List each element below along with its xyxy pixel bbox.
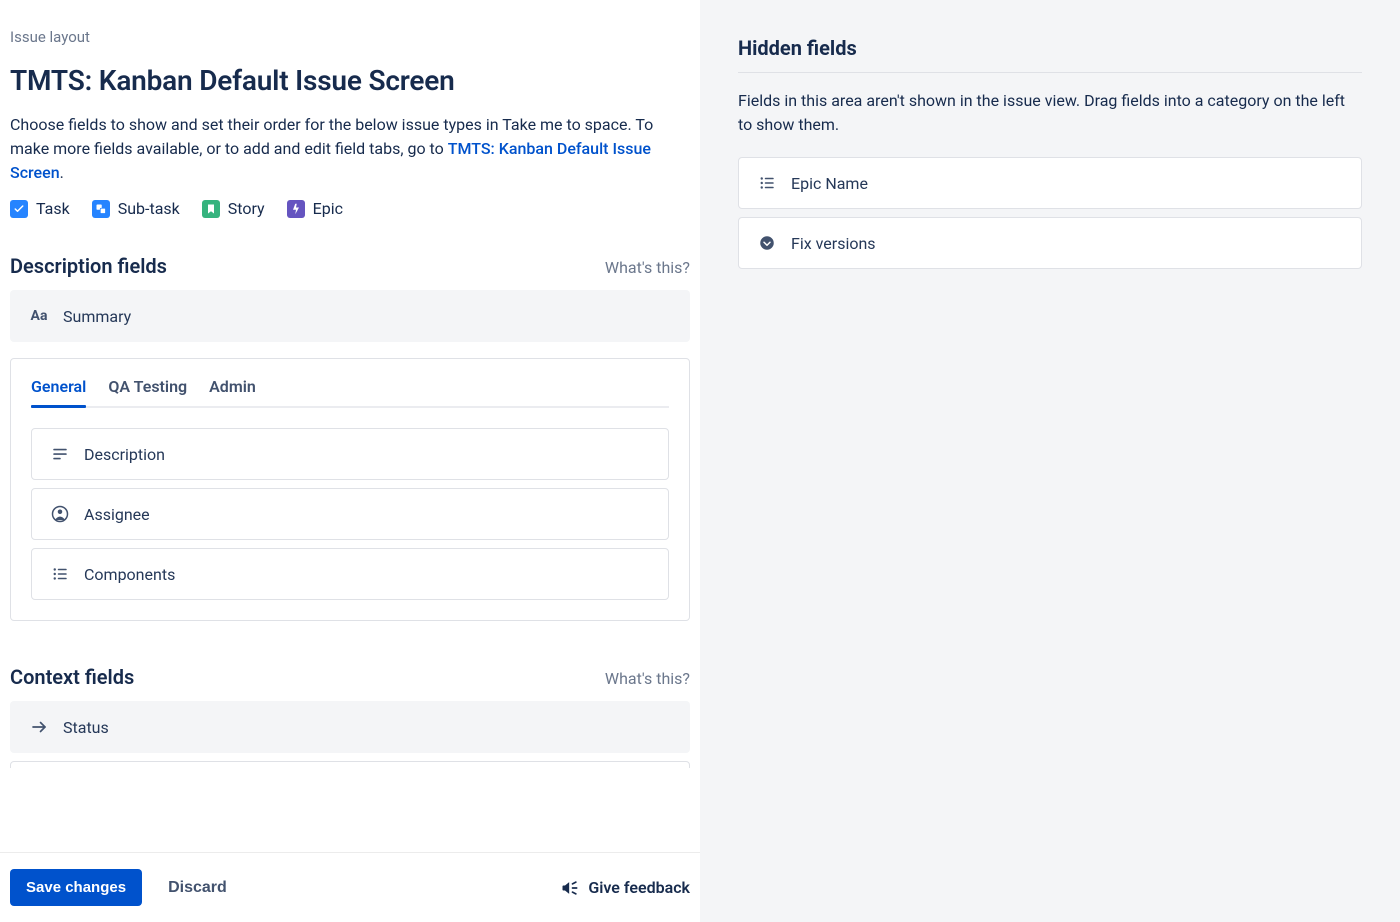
scroll-region: Issue layout TMTS: Kanban Default Issue … bbox=[10, 28, 690, 768]
hidden-fields-description: Fields in this area aren't shown in the … bbox=[738, 89, 1362, 137]
field-label: Description bbox=[84, 445, 165, 464]
list-icon bbox=[50, 564, 70, 584]
megaphone-icon bbox=[560, 878, 580, 898]
issue-type-epic: Epic bbox=[287, 199, 343, 218]
hidden-field-epic-name[interactable]: Epic Name bbox=[738, 157, 1362, 209]
chevron-down-circle-icon bbox=[757, 233, 777, 253]
issue-type-label: Epic bbox=[313, 199, 343, 218]
issue-type-row: Task Sub-task Story Epic bbox=[10, 199, 690, 218]
issue-type-task: Task bbox=[10, 199, 70, 218]
field-notes[interactable]: Notes bbox=[10, 761, 690, 768]
context-section-header: Context fields What's this? bbox=[10, 665, 690, 689]
field-label: Assignee bbox=[84, 505, 150, 524]
epic-icon bbox=[287, 200, 305, 218]
description-section-header: Description fields What's this? bbox=[10, 254, 690, 278]
description-section-title: Description fields bbox=[10, 254, 167, 278]
hidden-field-list: Epic Name Fix versions bbox=[738, 157, 1362, 269]
hidden-field-fix-versions[interactable]: Fix versions bbox=[738, 217, 1362, 269]
tab-list: General QA Testing Admin bbox=[31, 377, 669, 408]
field-components[interactable]: Components bbox=[31, 548, 669, 600]
issue-type-label: Story bbox=[228, 199, 265, 218]
field-label: Epic Name bbox=[791, 174, 868, 193]
save-button[interactable]: Save changes bbox=[10, 869, 142, 906]
issue-type-label: Task bbox=[36, 199, 70, 218]
paragraph-icon bbox=[50, 444, 70, 464]
field-label: Components bbox=[84, 565, 175, 584]
story-icon bbox=[202, 200, 220, 218]
task-icon bbox=[10, 200, 28, 218]
arrow-right-icon bbox=[29, 717, 49, 737]
tab-admin[interactable]: Admin bbox=[209, 377, 256, 406]
tab-qa-testing[interactable]: QA Testing bbox=[108, 377, 187, 406]
give-feedback-button[interactable]: Give feedback bbox=[560, 878, 690, 898]
field-label: Status bbox=[63, 718, 109, 737]
issue-type-subtask: Sub-task bbox=[92, 199, 180, 218]
intro-text: Choose fields to show and set their orde… bbox=[10, 113, 670, 185]
whats-this-description[interactable]: What's this? bbox=[605, 258, 690, 277]
field-description[interactable]: Description bbox=[31, 428, 669, 480]
tab-general[interactable]: General bbox=[31, 377, 86, 406]
field-assignee[interactable]: Assignee bbox=[31, 488, 669, 540]
context-field-list: Status Notes Reporter bbox=[10, 701, 690, 768]
page-root: Issue layout TMTS: Kanban Default Issue … bbox=[0, 0, 1400, 922]
intro-suffix: . bbox=[60, 163, 64, 182]
divider bbox=[738, 72, 1362, 73]
field-label: Summary bbox=[63, 307, 131, 326]
left-column: Issue layout TMTS: Kanban Default Issue … bbox=[0, 0, 700, 922]
field-label: Fix versions bbox=[791, 234, 876, 253]
give-feedback-label: Give feedback bbox=[588, 878, 690, 897]
whats-this-context[interactable]: What's this? bbox=[605, 669, 690, 688]
breadcrumb[interactable]: Issue layout bbox=[10, 28, 690, 46]
text-style-icon: Aa bbox=[29, 306, 49, 326]
issue-type-story: Story bbox=[202, 199, 265, 218]
general-field-list: Description Assignee Components bbox=[31, 428, 669, 600]
footer-bar: Save changes Discard Give feedback bbox=[0, 852, 700, 922]
list-icon bbox=[757, 173, 777, 193]
tab-panel: General QA Testing Admin Description Ass… bbox=[10, 358, 690, 621]
person-icon bbox=[50, 504, 70, 524]
field-status[interactable]: Status bbox=[10, 701, 690, 753]
context-section-title: Context fields bbox=[10, 665, 134, 689]
discard-button[interactable]: Discard bbox=[162, 878, 233, 898]
page-title: TMTS: Kanban Default Issue Screen bbox=[10, 64, 690, 97]
issue-type-label: Sub-task bbox=[118, 199, 180, 218]
hidden-fields-panel: Hidden fields Fields in this area aren't… bbox=[700, 0, 1400, 922]
hidden-fields-title: Hidden fields bbox=[738, 36, 1362, 60]
field-summary[interactable]: Aa Summary bbox=[10, 290, 690, 342]
subtask-icon bbox=[92, 200, 110, 218]
